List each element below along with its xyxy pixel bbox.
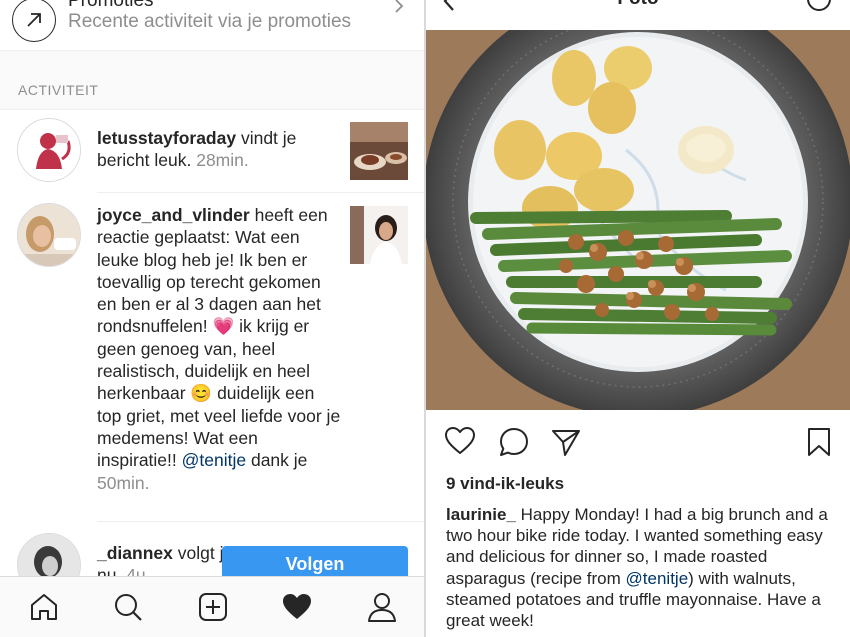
post-header: Foto [426,0,850,30]
avatar[interactable] [17,203,81,267]
profile-icon[interactable] [366,591,398,623]
heart-emoji: 💗 [212,316,235,337]
username[interactable]: joyce_and_vlinder [97,205,250,225]
home-icon[interactable] [28,591,60,623]
like-heart-icon[interactable] [444,426,476,461]
heart-icon[interactable] [281,591,313,623]
author-username[interactable]: laurinie_ [446,505,516,524]
username[interactable]: _diannex [97,543,173,563]
username[interactable]: letusstayforaday [97,128,236,148]
activity-item[interactable]: joyce_and_vlinder heeft een reactie gepl… [0,193,424,521]
page-title: Foto [426,0,850,10]
post-panel: Foto [426,0,850,637]
activity-message: volgt j [172,543,224,563]
comment-part: dank je [246,450,308,471]
like-count[interactable]: 9 vind-ik-leuks [446,474,564,494]
search-icon[interactable] [112,591,144,623]
post-photo[interactable] [426,30,850,410]
activity-item[interactable]: letusstayforaday vindt je bericht leuk. … [0,110,424,192]
post-actions [426,422,850,462]
post-thumbnail[interactable] [350,122,408,180]
mention-link[interactable]: @tenitje [626,569,689,588]
timestamp: 28min. [196,150,249,171]
bookmark-icon[interactable] [806,426,832,463]
timestamp: 50min. [97,472,150,493]
mention-link[interactable]: @tenitje [182,450,246,470]
comment-text: joyce_and_vlinder heeft een reactie gepl… [97,204,342,494]
promotions-subtitle: Recente activiteit via je promoties [68,11,352,32]
more-options-icon[interactable] [806,0,832,17]
chevron-right-icon [394,0,404,19]
smile-emoji: 😊 [190,383,213,404]
avatar[interactable] [17,118,81,182]
activity-text: letusstayforaday vindt je bericht leuk. … [97,127,342,172]
comment-icon[interactable] [498,426,530,463]
promotions-row[interactable]: Promoties Recente activiteit via je prom… [0,0,424,50]
arrow-up-right-icon [12,0,56,42]
activity-panel: Promoties Recente activiteit via je prom… [0,0,426,637]
section-label: ACTIVITEIT [18,82,99,98]
share-icon[interactable] [550,426,582,463]
post-thumbnail[interactable] [350,206,408,264]
bottom-nav [0,576,424,637]
post-caption: laurinie_ Happy Monday! I had a big brun… [446,504,838,631]
add-icon[interactable] [197,591,229,623]
section-header [0,50,424,110]
